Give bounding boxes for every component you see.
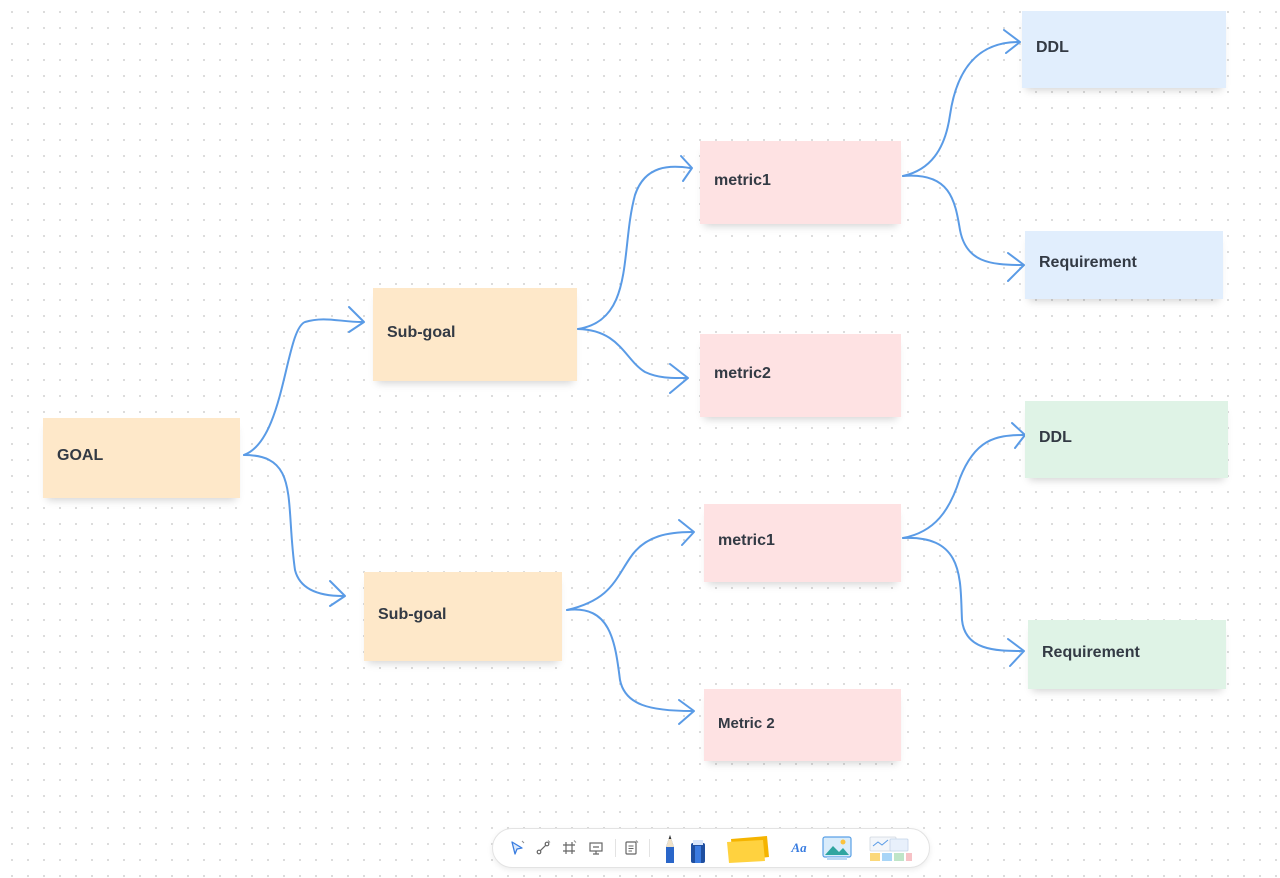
frame-icon: [563, 840, 577, 854]
note-label: metric1: [718, 532, 775, 549]
template-tool-button[interactable]: [619, 829, 643, 867]
toolbar-divider: [615, 839, 616, 857]
sticky-note-subgoal-top[interactable]: Sub-goal: [373, 288, 577, 381]
note-label: metric2: [714, 364, 771, 382]
highlighter-tool-button[interactable]: [686, 829, 710, 867]
sticky-note-metric1-top[interactable]: metric1: [700, 141, 901, 224]
select-tool-button[interactable]: [505, 829, 529, 867]
presentation-icon: [589, 842, 603, 855]
templates-gallery-button[interactable]: [865, 829, 915, 867]
sticky-note-ddl-top[interactable]: DDL: [1022, 11, 1226, 88]
cursor-icon: [511, 840, 525, 855]
note-label: Metric 2: [718, 714, 775, 732]
sticky-note-metric2-bottom[interactable]: Metric 2: [704, 689, 901, 761]
sticky-note-requirement-bottom[interactable]: Requirement: [1028, 620, 1226, 689]
templates-gallery-icon: [869, 836, 912, 861]
note-label: metric1: [714, 171, 771, 189]
presentation-tool-button[interactable]: [584, 829, 608, 867]
note-label: Sub-goal: [387, 323, 456, 341]
sticky-note-goal[interactable]: GOAL: [43, 418, 240, 498]
sticky-note-metric1-bottom[interactable]: metric1: [704, 504, 901, 582]
image-tool-button[interactable]: [819, 829, 855, 867]
sticky-note-ddl-bottom[interactable]: DDL: [1025, 401, 1228, 478]
frame-tool-button[interactable]: [557, 829, 581, 867]
note-label: GOAL: [57, 447, 104, 464]
connector-icon: [536, 840, 551, 855]
sticky-note-metric2-top[interactable]: metric2: [700, 334, 901, 417]
pen-icon: [666, 835, 674, 863]
highlighter-icon: [691, 840, 705, 863]
bottom-toolbar: Aa: [492, 828, 930, 868]
sticky-note-subgoal-bottom[interactable]: Sub-goal: [364, 572, 562, 661]
sticky-note-requirement-top[interactable]: Requirement: [1025, 231, 1223, 299]
toolbar-divider: [649, 839, 650, 857]
pen-tool-button[interactable]: [659, 829, 681, 867]
note-label: Requirement: [1042, 643, 1140, 661]
image-icon: [822, 836, 852, 860]
sticky-note-tool-button[interactable]: [721, 829, 773, 867]
template-icon: [625, 840, 639, 855]
note-label: Sub-goal: [378, 605, 447, 623]
note-label: Requirement: [1039, 254, 1137, 271]
connector-tool-button[interactable]: [531, 829, 555, 867]
note-label: DDL: [1036, 38, 1069, 56]
note-label: DDL: [1039, 428, 1072, 446]
text-icon: Aa: [791, 840, 807, 855]
text-tool-button[interactable]: Aa: [785, 829, 813, 867]
sticky-note-icon: [727, 836, 769, 863]
